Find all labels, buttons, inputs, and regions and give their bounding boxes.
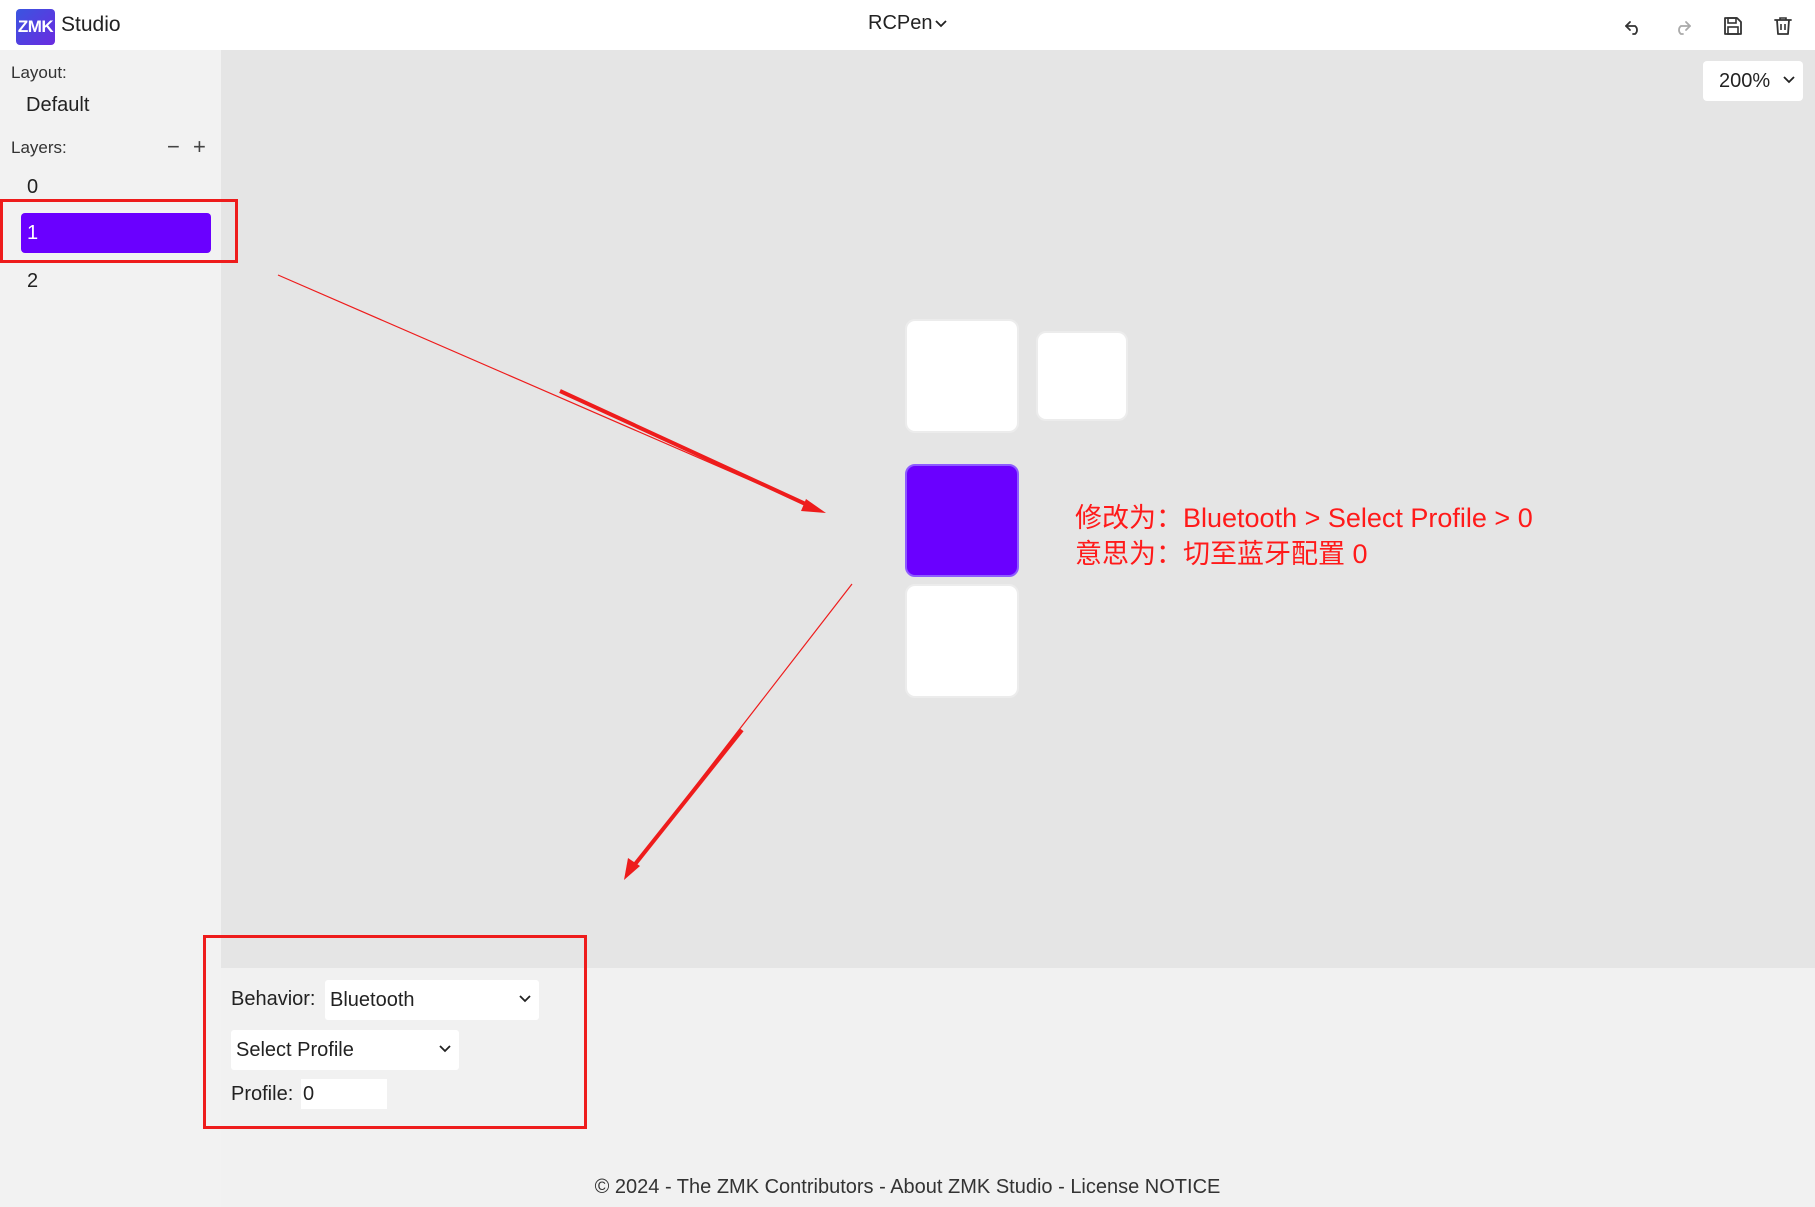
footer-separator: - [1052,1176,1071,1198]
footer-separator: - [873,1176,891,1198]
about-link[interactable]: About ZMK Studio [890,1176,1052,1198]
license-link[interactable]: License NOTICE [1070,1176,1220,1198]
footer-copyright: © 2024 - The ZMK Contributors [594,1176,874,1198]
footer: © 2024 - The ZMK Contributors - About ZM… [0,1176,1815,1199]
annotation-arrows [277,274,853,880]
